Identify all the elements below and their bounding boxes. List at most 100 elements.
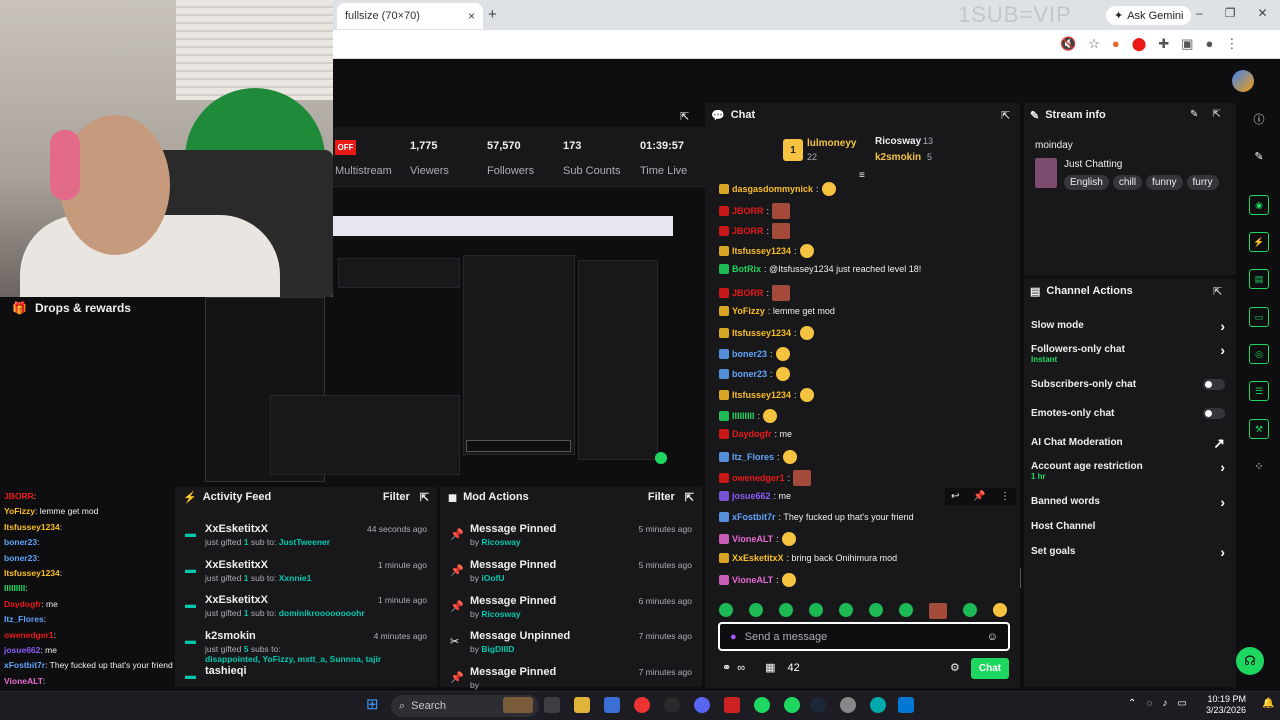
avatar[interactable] bbox=[1232, 70, 1254, 92]
popout-icon[interactable]: ⇱ bbox=[1212, 109, 1220, 120]
app-icon[interactable] bbox=[664, 697, 680, 713]
clipboard-icon[interactable]: ▤ bbox=[1249, 269, 1269, 289]
activity-target[interactable]: JustTweener bbox=[279, 537, 330, 547]
channel-action-row[interactable]: Emotes-only chat bbox=[1031, 408, 1229, 419]
activity-item[interactable]: ▬ XxEsketitxX just gifted 1 sub to: Xxnnie… bbox=[175, 557, 437, 593]
chat-username[interactable]: Itsfussey1234 bbox=[732, 328, 791, 338]
chat-username[interactable]: Itsfussey1234 bbox=[4, 568, 60, 578]
chat-username[interactable]: VioneALT bbox=[732, 534, 773, 544]
profile-icon[interactable]: ● bbox=[1205, 36, 1213, 52]
popout-icon[interactable]: ⇱ bbox=[685, 491, 694, 504]
mute-icon[interactable]: 🔇 bbox=[1060, 36, 1076, 52]
chat-username[interactable]: VioneALT bbox=[732, 575, 773, 585]
toggle-switch[interactable] bbox=[1203, 408, 1225, 419]
mod-action-item[interactable]: 📌 Message Pinned by iOofU 5 minutes ago bbox=[440, 557, 702, 593]
users-icon[interactable]: ⚭ bbox=[722, 661, 731, 674]
chevron-up-icon[interactable]: ⌃ bbox=[1128, 698, 1136, 709]
emote-icon[interactable] bbox=[809, 603, 823, 617]
tab-close-icon[interactable]: × bbox=[468, 9, 475, 23]
chat-username[interactable]: Daydogfr bbox=[4, 599, 41, 609]
minimize-button[interactable]: – bbox=[1196, 6, 1203, 20]
emote-icon[interactable] bbox=[749, 603, 763, 617]
emote-icon[interactable] bbox=[899, 603, 913, 617]
mod-name[interactable]: Ricosway bbox=[481, 609, 520, 619]
chat-username[interactable]: XxEsketitxX bbox=[732, 553, 784, 563]
chat-username[interactable]: IIIIIIIII bbox=[4, 583, 25, 593]
tag[interactable]: funny bbox=[1146, 175, 1183, 190]
emote-icon[interactable] bbox=[839, 603, 853, 617]
activity-user[interactable]: XxEsketitxX bbox=[205, 594, 268, 606]
chevron-right-icon[interactable]: › bbox=[1220, 459, 1225, 475]
browser-tab[interactable]: fullsize (70×70) × bbox=[337, 3, 483, 29]
settings-icon[interactable]: ⚙ bbox=[950, 661, 960, 674]
activity-item[interactable]: ▬ XxEsketitxX just gifted 1 sub to: JustTw… bbox=[175, 521, 437, 557]
close-window-button[interactable]: ✕ bbox=[1257, 6, 1267, 20]
menu-icon[interactable]: ⋮ bbox=[1225, 36, 1238, 52]
emote-icon[interactable] bbox=[963, 603, 977, 617]
ask-gemini-button[interactable]: ✦ Ask Gemini bbox=[1106, 6, 1192, 25]
chat-username[interactable]: boner23 bbox=[4, 537, 37, 547]
mod-name[interactable]: BigDIIID bbox=[481, 644, 514, 654]
new-tab-button[interactable]: + bbox=[488, 6, 497, 23]
mod-action-item[interactable]: 📌 Message Pinned by Ricosway 5 minutes ago bbox=[440, 521, 702, 557]
channel-action-row[interactable]: AI Chat Moderation ↗ bbox=[1031, 435, 1229, 451]
layout-icon[interactable]: ☰ bbox=[1249, 381, 1269, 401]
chat-username[interactable]: VioneALT bbox=[4, 676, 43, 686]
tag[interactable]: furry bbox=[1186, 175, 1219, 190]
edge-icon[interactable] bbox=[870, 697, 886, 713]
infinity-icon[interactable]: ∞ bbox=[737, 662, 745, 674]
chat-username[interactable]: josue662 bbox=[4, 645, 40, 655]
more-icon[interactable]: ⋮ bbox=[1000, 491, 1010, 502]
record-icon[interactable]: ⬤ bbox=[1132, 36, 1147, 52]
chat-username[interactable]: Itsfussey1234 bbox=[4, 522, 60, 532]
channel-action-row[interactable]: Followers-only chat Instant › bbox=[1031, 342, 1229, 364]
category-name[interactable]: Just Chatting bbox=[1064, 159, 1122, 170]
adobe-icon[interactable] bbox=[724, 697, 740, 713]
emote-icon[interactable] bbox=[993, 603, 1007, 617]
mod-name[interactable]: iOofU bbox=[481, 573, 504, 583]
chevron-right-icon[interactable]: › bbox=[1220, 342, 1225, 358]
emote-icon[interactable] bbox=[719, 603, 733, 617]
chat-username[interactable]: owenedger1 bbox=[4, 630, 54, 640]
emote-icon[interactable] bbox=[869, 603, 883, 617]
chat-username[interactable]: Daydogfr bbox=[732, 429, 772, 439]
bolt-icon[interactable]: ⚡ bbox=[1249, 232, 1269, 252]
category-thumbnail[interactable] bbox=[1035, 158, 1057, 188]
widget-icon[interactable] bbox=[503, 697, 533, 713]
chat-username[interactable]: BotRix bbox=[732, 264, 761, 274]
activity-user[interactable]: tashieqi bbox=[205, 665, 247, 677]
emoji-icon[interactable]: ☺ bbox=[987, 631, 998, 643]
popout-icon[interactable]: ⇱ bbox=[420, 491, 429, 504]
extension-icon[interactable]: ● bbox=[1112, 36, 1120, 52]
chevron-right-icon[interactable]: › bbox=[1220, 494, 1225, 510]
chat-username[interactable]: Itsfussey1234 bbox=[732, 390, 791, 400]
edit-icon[interactable]: ✎ bbox=[1190, 109, 1198, 120]
leader-3-name[interactable]: k2smokin bbox=[875, 152, 921, 163]
chat-username[interactable]: boner23 bbox=[732, 349, 767, 359]
activity-item[interactable]: ▬ k2smokin just gifted 5 subs to: disappoin… bbox=[175, 628, 437, 664]
mod-name[interactable]: Ricosway bbox=[481, 537, 520, 547]
leader-2-name[interactable]: Ricosway bbox=[875, 136, 921, 147]
activity-user[interactable]: XxEsketitxX bbox=[205, 559, 268, 571]
puzzle-icon[interactable]: ✚ bbox=[1158, 36, 1169, 52]
chat-username[interactable]: josue662 bbox=[732, 491, 771, 501]
chat-input[interactable]: ● Send a message ☺ bbox=[718, 622, 1010, 651]
toggle-switch[interactable] bbox=[1203, 379, 1225, 390]
chat-username[interactable]: YoFizzy bbox=[4, 506, 35, 516]
mod-action-item[interactable]: 📌 Message Pinned by Ricosway 6 minutes ago bbox=[440, 593, 702, 629]
volume-icon[interactable]: ♪ bbox=[1162, 698, 1167, 709]
leader-1-name[interactable]: lulmoneyy bbox=[807, 138, 856, 149]
popout-icon[interactable]: ⇱ bbox=[680, 110, 689, 123]
broadcast-icon[interactable]: ◎ bbox=[1249, 344, 1269, 364]
channel-action-row[interactable]: Subscribers-only chat bbox=[1031, 379, 1229, 390]
camera-icon[interactable]: ◉ bbox=[1249, 195, 1269, 215]
chat-username[interactable]: Itz_Flores bbox=[4, 614, 44, 624]
activity-item[interactable]: ▬ XxEsketitxX just gifted 1 sub to: domini… bbox=[175, 592, 437, 628]
chrome-profile-2-icon[interactable] bbox=[784, 697, 800, 713]
info-icon[interactable]: ⓘ bbox=[1249, 109, 1269, 129]
channel-action-row[interactable]: Banned words › bbox=[1031, 494, 1229, 510]
emote-icon[interactable] bbox=[779, 603, 793, 617]
popout-icon[interactable]: ⇱ bbox=[1001, 109, 1010, 122]
steam-icon[interactable] bbox=[810, 697, 826, 713]
chat-username[interactable]: JBORR bbox=[732, 226, 764, 236]
